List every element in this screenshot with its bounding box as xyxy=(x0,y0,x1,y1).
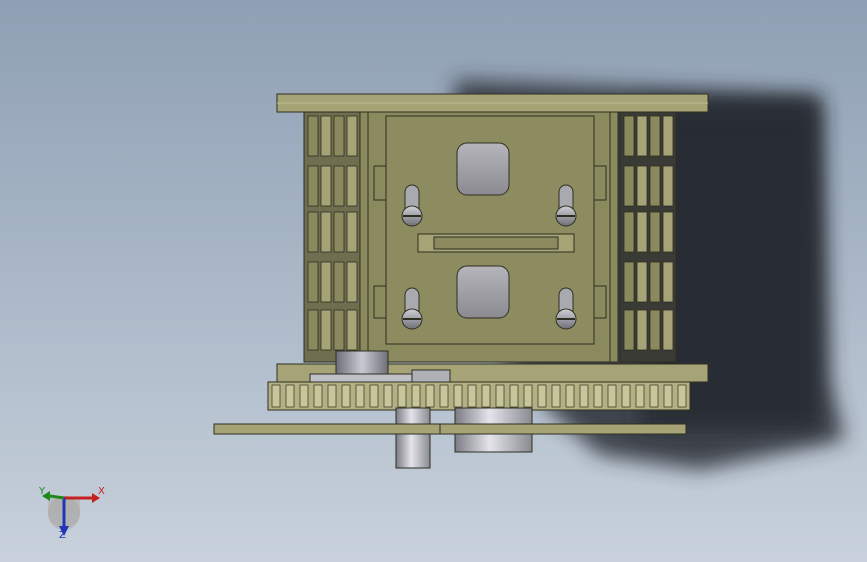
center-bar[interactable] xyxy=(417,233,575,253)
left-fin-column[interactable] xyxy=(303,111,361,363)
graphics-viewport[interactable]: X Y Z xyxy=(0,0,867,562)
y-axis-label: Y xyxy=(39,486,46,497)
x-axis-label: X xyxy=(98,486,105,497)
coordinate-triad: X Y Z xyxy=(30,480,110,550)
upper-window[interactable] xyxy=(456,142,510,196)
3d-model-view[interactable] xyxy=(0,0,867,562)
spur-gear[interactable] xyxy=(267,381,691,411)
z-axis-label: Z xyxy=(59,530,66,541)
right-fin-column[interactable] xyxy=(619,111,677,363)
base-plate[interactable] xyxy=(213,423,687,435)
lower-window[interactable] xyxy=(456,265,510,319)
left-shaft[interactable] xyxy=(395,407,431,469)
motor-hub[interactable] xyxy=(335,350,389,377)
